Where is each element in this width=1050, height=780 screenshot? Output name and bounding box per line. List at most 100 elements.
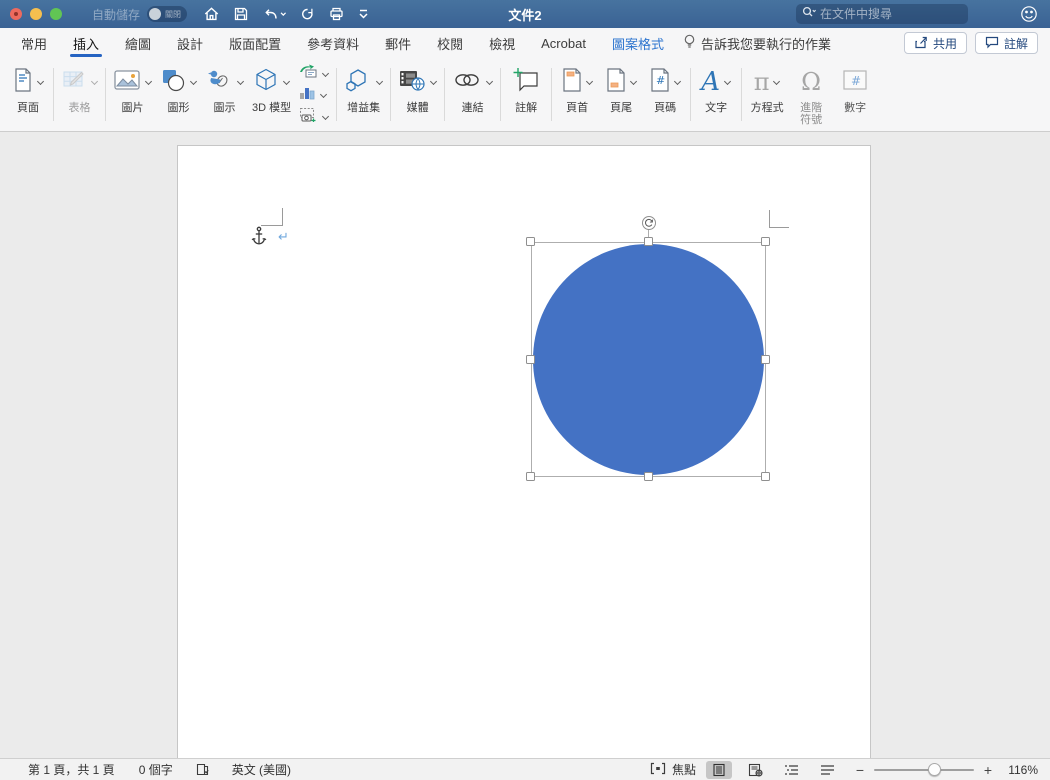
proofing-status-icon[interactable] — [195, 762, 210, 777]
resize-handle-bottom-right[interactable] — [761, 472, 770, 481]
tab-design[interactable]: 設計 — [164, 28, 216, 58]
tab-insert[interactable]: 插入 — [60, 28, 112, 58]
shapes-icon — [160, 67, 186, 98]
add-ins-button[interactable]: 增益集 — [340, 60, 387, 131]
chart-button[interactable] — [297, 86, 331, 106]
autosave-toggle-state: 關閉 — [165, 9, 181, 20]
window-controls — [10, 8, 62, 20]
links-button[interactable]: 連結 — [448, 60, 497, 131]
resize-handle-bottom-left[interactable] — [526, 472, 535, 481]
screenshot-icon — [299, 107, 317, 127]
chevron-down-icon — [773, 78, 781, 86]
title-bar: 自動儲存 關閉 文件2 — [0, 0, 1050, 28]
resize-handle-bottom-middle[interactable] — [644, 472, 653, 481]
minimize-window-button[interactable] — [30, 8, 42, 20]
autosave-control[interactable]: 自動儲存 關閉 — [92, 6, 187, 23]
tab-review[interactable]: 校閱 — [424, 28, 476, 58]
footer-button[interactable]: 頁尾 — [599, 60, 643, 131]
autosave-toggle[interactable]: 關閉 — [147, 6, 187, 22]
page-number-button[interactable]: # 頁碼 — [643, 60, 687, 131]
chevron-down-icon — [485, 78, 493, 86]
share-button[interactable]: 共用 — [904, 32, 967, 54]
document-page[interactable]: ↵ — [177, 145, 871, 758]
home-icon[interactable] — [203, 6, 220, 22]
tab-shape-format[interactable]: 圖案格式 — [599, 28, 677, 58]
chevron-down-icon — [319, 91, 327, 99]
media-button[interactable]: 媒體 — [394, 60, 441, 131]
resize-handle-middle-right[interactable] — [761, 355, 770, 364]
smartart-button[interactable] — [297, 64, 331, 84]
icons-button[interactable]: 圖示 — [201, 60, 248, 131]
language-indicator[interactable]: 英文 (美國) — [232, 761, 291, 778]
pictures-button[interactable]: 圖片 — [109, 60, 156, 131]
shapes-button[interactable]: 圖形 — [156, 60, 201, 131]
shape-selection-box — [531, 242, 766, 477]
redo-button[interactable] — [299, 6, 315, 22]
tab-references[interactable]: 參考資料 — [294, 28, 372, 58]
chevron-down-icon — [630, 78, 638, 86]
pages-icon — [12, 67, 34, 98]
print-icon[interactable] — [328, 6, 345, 22]
group-separator — [690, 68, 691, 121]
resize-handle-top-right[interactable] — [761, 237, 770, 246]
resize-handle-top-middle[interactable] — [644, 237, 653, 246]
draft-view-button[interactable] — [814, 761, 840, 779]
undo-button[interactable] — [262, 6, 286, 22]
lightbulb-icon — [683, 34, 696, 53]
print-layout-view-button[interactable] — [706, 761, 732, 779]
feedback-smiley-icon[interactable] — [1020, 5, 1038, 28]
tab-view[interactable]: 檢視 — [476, 28, 528, 58]
ribbon-tab-bar: 常用 插入 繪圖 設計 版面配置 參考資料 郵件 校閱 檢視 Acrobat 圖… — [0, 28, 1050, 58]
web-layout-view-button[interactable] — [742, 761, 768, 779]
new-comment-button[interactable]: 註解 — [504, 60, 548, 131]
tab-mailings[interactable]: 郵件 — [372, 28, 424, 58]
rotation-handle[interactable] — [642, 216, 656, 230]
outline-view-button[interactable] — [778, 761, 804, 779]
page-indicator[interactable]: 第 1 頁，共 1 頁 — [28, 761, 115, 778]
zoom-level[interactable]: 116% — [1000, 763, 1038, 777]
focus-label: 焦點 — [672, 761, 696, 778]
ribbon: 頁面 表格 圖片 圖形 圖示 3D 模型 — [0, 58, 1050, 132]
screenshot-button[interactable] — [297, 107, 331, 127]
zoom-slider-thumb[interactable] — [928, 763, 941, 776]
advanced-symbol-button[interactable]: Ω 進階符號 — [789, 60, 833, 131]
header-button[interactable]: 頁首 — [555, 60, 599, 131]
tab-layout[interactable]: 版面配置 — [216, 28, 294, 58]
zoom-slider[interactable] — [874, 763, 974, 777]
close-window-button[interactable] — [10, 8, 22, 20]
tab-acrobat[interactable]: Acrobat — [528, 28, 599, 58]
text-button[interactable]: A 文字 — [694, 60, 738, 131]
resize-handle-middle-left[interactable] — [526, 355, 535, 364]
chevron-down-icon — [674, 78, 682, 86]
comments-button[interactable]: 註解 — [975, 32, 1038, 54]
tell-me-control[interactable]: 告訴我您要執行的作業 — [683, 34, 831, 53]
link-icon — [452, 69, 482, 96]
zoom-slider-track[interactable] — [874, 769, 974, 772]
document-canvas[interactable]: ↵ — [0, 132, 1050, 758]
resize-handle-top-left[interactable] — [526, 237, 535, 246]
tab-home[interactable]: 常用 — [8, 28, 60, 58]
pages-button[interactable]: 頁面 — [6, 60, 50, 131]
3d-models-button[interactable]: 3D 模型 — [248, 60, 295, 131]
page-number-icon: # — [649, 67, 671, 98]
word-count[interactable]: 0 個字 — [139, 761, 173, 778]
tab-draw[interactable]: 繪圖 — [112, 28, 164, 58]
table-icon — [61, 67, 87, 98]
search-input[interactable] — [820, 7, 930, 21]
group-separator — [741, 68, 742, 121]
toolbar-overflow-icon[interactable] — [358, 8, 369, 20]
paragraph-return-mark: ↵ — [278, 229, 289, 245]
new-comment-icon — [512, 67, 540, 98]
zoom-in-button[interactable]: + — [982, 762, 994, 778]
save-icon[interactable] — [233, 6, 249, 22]
chevron-down-icon — [586, 78, 594, 86]
equation-button[interactable]: π 方程式 — [745, 60, 789, 131]
media-icon — [398, 67, 426, 98]
svg-text:#: # — [851, 74, 861, 88]
number-button[interactable]: # 數字 — [833, 60, 877, 131]
zoom-window-button[interactable] — [50, 8, 62, 20]
zoom-out-button[interactable]: − — [854, 762, 866, 778]
focus-mode-button[interactable]: 焦點 — [650, 761, 696, 778]
search-box[interactable] — [796, 4, 968, 24]
chevron-down-icon — [37, 78, 45, 86]
